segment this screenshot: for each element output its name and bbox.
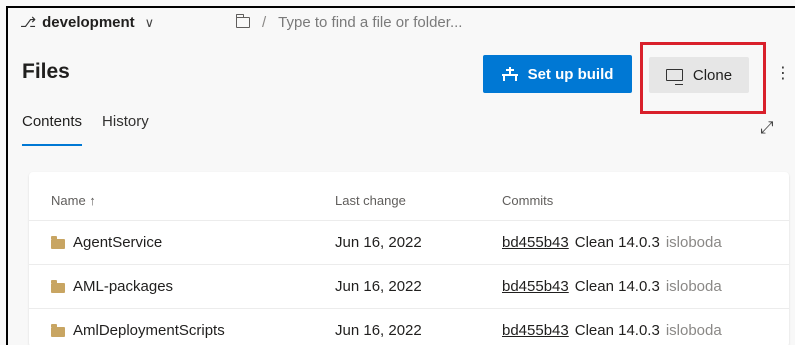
setup-build-button[interactable]: Set up build [483,55,632,93]
build-pipeline-icon [501,67,518,81]
folder-icon [51,323,65,337]
column-header-commits: Commits [502,192,554,208]
commit-message: Clean 14.0.3 [574,234,660,251]
table-row[interactable]: AML-packages Jun 16, 2022 bd455b43 Clean… [29,264,789,308]
more-vertical-icon[interactable]: ⋮ [775,66,791,82]
clone-button[interactable]: Clone [649,57,749,93]
row-last-change: Jun 16, 2022 [335,322,422,339]
column-header-name[interactable]: Name ↑ [51,193,96,208]
commit-message: Clean 14.0.3 [574,278,660,295]
table-row[interactable]: AgentService Jun 16, 2022 bd455b43 Clean… [29,220,789,264]
expand-icon[interactable]: ⤢ [760,118,774,138]
commit-hash-link[interactable]: bd455b43 [502,278,569,295]
clone-label: Clone [692,66,733,84]
path-separator: / [262,14,267,31]
folder-icon [51,279,65,293]
row-name[interactable]: AgentService [73,234,162,251]
folder-outline-icon [235,14,250,28]
table-header-row: Name ↑ Last change Commits [29,182,789,218]
monitor-icon [665,69,683,85]
tab-contents[interactable]: Contents [22,113,83,146]
commit-author: isloboda [665,278,722,295]
folder-icon [51,235,65,249]
branch-selector[interactable]: ⎇ development ∨ [20,14,154,31]
git-branch-icon: ⎇ [20,14,37,30]
row-name[interactable]: AmlDeploymentScripts [73,322,225,339]
tab-bar: Contents History [22,113,149,146]
path-bar[interactable]: / Type to find a file or folder... [235,14,462,31]
setup-build-label: Set up build [527,65,614,83]
commit-message: Clean 14.0.3 [574,322,660,339]
commit-author: isloboda [665,322,722,339]
commit-hash-link[interactable]: bd455b43 [502,234,569,251]
files-table: Name ↑ Last change Commits AgentService … [29,172,789,345]
row-last-change: Jun 16, 2022 [335,234,422,251]
commit-hash-link[interactable]: bd455b43 [502,322,569,339]
branch-name: development [42,14,135,31]
row-last-change: Jun 16, 2022 [335,278,422,295]
row-name[interactable]: AML-packages [73,278,173,295]
column-header-last-change: Last change [335,192,406,208]
table-row[interactable]: AmlDeploymentScripts Jun 16, 2022 bd455b… [29,308,789,345]
tab-history[interactable]: History [102,113,149,130]
path-search-input[interactable]: Type to find a file or folder... [278,14,462,31]
page-title: Files [22,60,70,83]
commit-author: isloboda [665,234,722,251]
chevron-down-icon: ∨ [144,14,155,30]
